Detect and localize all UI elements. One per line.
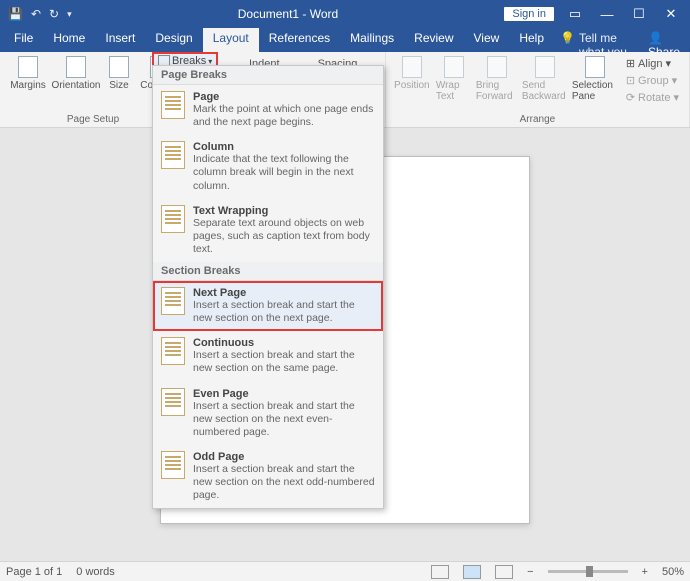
qat-customize-icon[interactable]: ▾ [67, 9, 72, 20]
tab-design[interactable]: Design [145, 28, 202, 52]
zoom-out-button[interactable]: − [527, 566, 533, 578]
margins-button[interactable]: Margins [6, 54, 50, 91]
group-button[interactable]: ⊡ Group ▾ [622, 73, 683, 88]
rotate-button[interactable]: ⟳ Rotate ▾ [622, 90, 683, 105]
close-icon[interactable]: ✕ [660, 6, 682, 22]
size-button[interactable]: Size [102, 54, 136, 91]
redo-icon[interactable]: ↻ [49, 7, 59, 21]
window-title: Document1 - Word [72, 7, 505, 21]
undo-icon[interactable]: ↶ [31, 7, 41, 21]
status-bar: Page 1 of 1 0 words − + 50% [0, 561, 690, 581]
zoom-in-button[interactable]: + [642, 566, 648, 578]
text-wrapping-icon [161, 205, 185, 233]
size-icon [109, 56, 129, 78]
menu-item-continuous[interactable]: ContinuousInsert a section break and sta… [153, 331, 383, 381]
tab-view[interactable]: View [464, 28, 510, 52]
print-layout-icon[interactable] [463, 565, 481, 579]
tab-insert[interactable]: Insert [95, 28, 145, 52]
ribbon-tabs: File Home Insert Design Layout Reference… [0, 28, 690, 52]
menu-item-even-page[interactable]: Even PageInsert a section break and star… [153, 382, 383, 445]
maximize-icon[interactable]: ☐ [628, 6, 650, 22]
next-page-icon [161, 287, 185, 315]
wrap-text-button[interactable]: Wrap Text [436, 54, 472, 105]
menu-section-section-breaks: Section Breaks [153, 262, 383, 281]
page-break-icon [161, 91, 185, 119]
odd-page-icon [161, 451, 185, 479]
menu-item-text-wrapping[interactable]: Text WrappingSeparate text around object… [153, 199, 383, 262]
send-backward-button[interactable]: Send Backward [522, 54, 568, 105]
group-label-arrange: Arrange [392, 114, 683, 127]
lightbulb-icon: 💡 [560, 31, 575, 52]
orientation-icon [66, 56, 86, 78]
menu-item-odd-page[interactable]: Odd PageInsert a section break and start… [153, 445, 383, 508]
tab-layout[interactable]: Layout [203, 28, 259, 52]
tell-me-search[interactable]: 💡Tell me what you want to do [560, 28, 638, 52]
send-backward-icon [535, 56, 555, 78]
breaks-dropdown-menu: Page Breaks PageMark the point at which … [152, 65, 384, 509]
tab-review[interactable]: Review [404, 28, 463, 52]
sign-in-button[interactable]: Sign in [504, 7, 554, 21]
save-icon[interactable]: 💾 [8, 7, 23, 21]
share-button[interactable]: 👤 Share [638, 28, 690, 52]
tab-home[interactable]: Home [43, 28, 95, 52]
menu-item-page[interactable]: PageMark the point at which one page end… [153, 85, 383, 135]
tab-help[interactable]: Help [509, 28, 554, 52]
bring-forward-button[interactable]: Bring Forward [476, 54, 518, 105]
zoom-slider[interactable] [548, 570, 628, 573]
tab-references[interactable]: References [259, 28, 340, 52]
selection-pane-button[interactable]: Selection Pane [572, 54, 618, 105]
menu-item-next-page[interactable]: Next PageInsert a section break and star… [153, 281, 383, 331]
web-layout-icon[interactable] [495, 565, 513, 579]
bring-forward-icon [487, 56, 507, 78]
tab-file[interactable]: File [4, 28, 43, 52]
orientation-button[interactable]: Orientation [54, 54, 98, 91]
zoom-level[interactable]: 50% [662, 566, 684, 578]
quick-access-toolbar: 💾 ↶ ↻ ▾ [0, 7, 72, 21]
page-indicator[interactable]: Page 1 of 1 [6, 566, 62, 578]
minimize-icon[interactable]: — [596, 7, 618, 22]
margins-icon [18, 56, 38, 78]
word-count[interactable]: 0 words [76, 566, 115, 578]
title-bar: 💾 ↶ ↻ ▾ Document1 - Word Sign in ▭ — ☐ ✕ [0, 0, 690, 28]
position-icon [402, 56, 422, 78]
ribbon-options-icon[interactable]: ▭ [564, 6, 586, 22]
position-button[interactable]: Position [392, 54, 432, 105]
menu-section-page-breaks: Page Breaks [153, 66, 383, 85]
tab-mailings[interactable]: Mailings [340, 28, 404, 52]
column-break-icon [161, 141, 185, 169]
selection-pane-icon [585, 56, 605, 78]
menu-item-column[interactable]: ColumnIndicate that the text following t… [153, 135, 383, 198]
wrap-icon [444, 56, 464, 78]
align-button[interactable]: ⊞ Align ▾ [622, 56, 683, 71]
read-mode-icon[interactable] [431, 565, 449, 579]
continuous-icon [161, 337, 185, 365]
even-page-icon [161, 388, 185, 416]
